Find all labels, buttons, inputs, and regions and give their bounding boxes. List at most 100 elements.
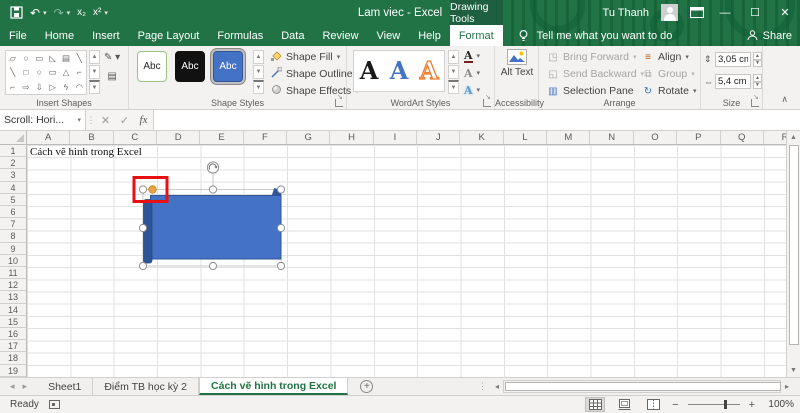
- zoom-level[interactable]: 100%: [764, 399, 794, 410]
- gallery-shape-7[interactable]: ╲: [10, 68, 15, 77]
- tell-me-box[interactable]: Tell me what you want to do: [517, 25, 672, 46]
- alt-text-button[interactable]: Alt Text: [499, 49, 535, 79]
- user-avatar[interactable]: [661, 4, 678, 21]
- scroll-down-icon[interactable]: ▼: [787, 364, 800, 377]
- gallery-shape-15[interactable]: ⇩: [36, 83, 43, 92]
- handle-bottom-center[interactable]: [208, 261, 218, 271]
- gallery-shape-16[interactable]: ▷: [49, 83, 56, 92]
- gallery-shape-1[interactable]: ▱: [9, 54, 16, 63]
- gallery-shape-12[interactable]: ⌐: [77, 68, 82, 77]
- vertical-scroll-thumb[interactable]: [788, 145, 799, 345]
- shape-height-input[interactable]: [715, 52, 751, 67]
- handle-middle-left[interactable]: [138, 223, 148, 233]
- name-box[interactable]: Scroll: Hori... ▾: [0, 110, 86, 130]
- formula-input[interactable]: [153, 110, 800, 130]
- tab-formulas[interactable]: Formulas: [208, 25, 272, 46]
- gallery-shape-17[interactable]: ϟ: [64, 83, 69, 92]
- height-spinner[interactable]: ▲ ▼: [753, 52, 762, 67]
- wordart-down-icon[interactable]: ▼: [448, 65, 459, 79]
- sheet-tab-2[interactable]: Điểm TB học kỳ 2: [93, 378, 200, 395]
- wordart-more-icon[interactable]: ▼: [448, 80, 459, 94]
- formula-bar-splitter[interactable]: ⋮: [86, 110, 96, 130]
- tab-insert[interactable]: Insert: [83, 25, 129, 46]
- hscroll-track[interactable]: [503, 379, 781, 393]
- gallery-more-icon[interactable]: ▼: [89, 80, 100, 94]
- rotate-button[interactable]: ↻ Rotate ▾: [642, 84, 697, 98]
- insert-function-icon[interactable]: fx: [134, 110, 153, 130]
- gallery-shape-4[interactable]: ◺: [49, 54, 56, 63]
- vertical-scrollbar[interactable]: ▲ ▼: [786, 131, 800, 377]
- handle-bottom-left[interactable]: [138, 261, 148, 271]
- shape-style-preset-2[interactable]: Abc: [175, 51, 205, 82]
- save-icon[interactable]: [10, 6, 23, 19]
- gallery-shape-18[interactable]: ◠: [76, 83, 83, 92]
- sheet-tab-1[interactable]: Sheet1: [37, 378, 94, 395]
- normal-view-button[interactable]: [585, 397, 606, 412]
- width-spinner[interactable]: ▲ ▼: [753, 74, 762, 89]
- style-more-icon[interactable]: ▼: [253, 80, 264, 94]
- gallery-shape-13[interactable]: ⌐: [10, 83, 15, 92]
- collapse-ribbon-icon[interactable]: ∧: [781, 94, 788, 105]
- text-fill-button[interactable]: A ▾: [464, 49, 480, 63]
- tab-home[interactable]: Home: [36, 25, 83, 46]
- gallery-shape-3[interactable]: ▭: [35, 54, 43, 63]
- close-button[interactable]: ✕: [776, 6, 794, 19]
- scroll-left-icon[interactable]: ◂: [491, 382, 503, 391]
- sheet-tab-3[interactable]: Cách vẽ hình trong Excel: [199, 378, 349, 395]
- wordart-dialog-launcher-icon[interactable]: [483, 93, 491, 107]
- gallery-up-icon[interactable]: ▲: [89, 50, 100, 64]
- subscript-button[interactable]: x₂: [77, 7, 86, 18]
- gallery-shape-6[interactable]: ╲: [77, 54, 82, 63]
- superscript-button[interactable]: x²: [93, 7, 101, 18]
- adjustment-handle[interactable]: [148, 185, 157, 194]
- tab-format[interactable]: Format: [449, 25, 503, 46]
- handle-middle-right[interactable]: [276, 223, 286, 233]
- page-layout-view-button[interactable]: [614, 397, 634, 412]
- zoom-slider[interactable]: [687, 400, 740, 409]
- wordart-preset-2[interactable]: A: [390, 59, 409, 83]
- wordart-up-icon[interactable]: ▲: [448, 50, 459, 64]
- gallery-shape-11[interactable]: △: [63, 68, 70, 77]
- align-button[interactable]: ≡ Align ▾: [642, 50, 696, 64]
- name-box-dropdown-icon[interactable]: ▾: [77, 116, 81, 124]
- shape-style-preset-3-selected[interactable]: Abc: [213, 51, 243, 82]
- selection-pane-button[interactable]: ▥ Selection Pane: [547, 84, 644, 98]
- undo-dropdown-icon[interactable]: ▾: [43, 9, 47, 17]
- scroll-right-icon[interactable]: ▸: [781, 382, 793, 391]
- tab-review[interactable]: Review: [313, 25, 367, 46]
- tab-page-layout[interactable]: Page Layout: [129, 25, 209, 46]
- gallery-down-icon[interactable]: ▼: [89, 65, 100, 79]
- ribbon-display-options-icon[interactable]: [690, 7, 704, 18]
- gallery-shape-8[interactable]: □: [23, 68, 28, 77]
- handle-top-right[interactable]: [276, 185, 286, 194]
- style-up-icon[interactable]: ▲: [253, 50, 264, 64]
- edit-shape-button[interactable]: ✎ ▾: [104, 52, 120, 63]
- selected-shape-scroll-horizontal[interactable]: [143, 188, 282, 264]
- tab-data[interactable]: Data: [272, 25, 313, 46]
- sheet-nav-right-icon[interactable]: ▸: [23, 381, 28, 392]
- sheet-nav-left-icon[interactable]: ◂: [10, 381, 15, 392]
- gallery-shape-10[interactable]: ▭: [49, 68, 57, 77]
- handle-top-left[interactable]: [138, 185, 148, 194]
- tab-file[interactable]: File: [0, 25, 36, 46]
- rotate-handle[interactable]: [206, 161, 220, 174]
- cancel-icon[interactable]: ✕: [96, 110, 115, 130]
- user-name[interactable]: Tu Thanh: [603, 7, 649, 19]
- zoom-slider-thumb[interactable]: [723, 400, 727, 409]
- horizontal-scroll-thumb[interactable]: [505, 381, 781, 391]
- gallery-shape-14[interactable]: ⇨: [22, 83, 29, 92]
- size-dialog-launcher-icon[interactable]: [751, 93, 759, 107]
- text-box-button[interactable]: ▤: [107, 71, 116, 82]
- handle-bottom-right[interactable]: [276, 261, 286, 271]
- gallery-shape-2[interactable]: ○: [23, 54, 28, 63]
- style-down-icon[interactable]: ▼: [253, 65, 264, 79]
- text-effects-button[interactable]: A ▾: [464, 83, 480, 97]
- handle-top-center[interactable]: [208, 185, 218, 194]
- zoom-in-icon[interactable]: +: [749, 399, 755, 411]
- scroll-up-icon[interactable]: ▲: [787, 131, 800, 144]
- zoom-out-icon[interactable]: −: [672, 399, 678, 411]
- horizontal-scrollbar[interactable]: ⋮ ◂ ▸: [478, 379, 793, 393]
- shape-width-input[interactable]: [715, 74, 751, 89]
- enter-icon[interactable]: ✓: [115, 110, 134, 130]
- macro-record-icon[interactable]: [48, 400, 60, 409]
